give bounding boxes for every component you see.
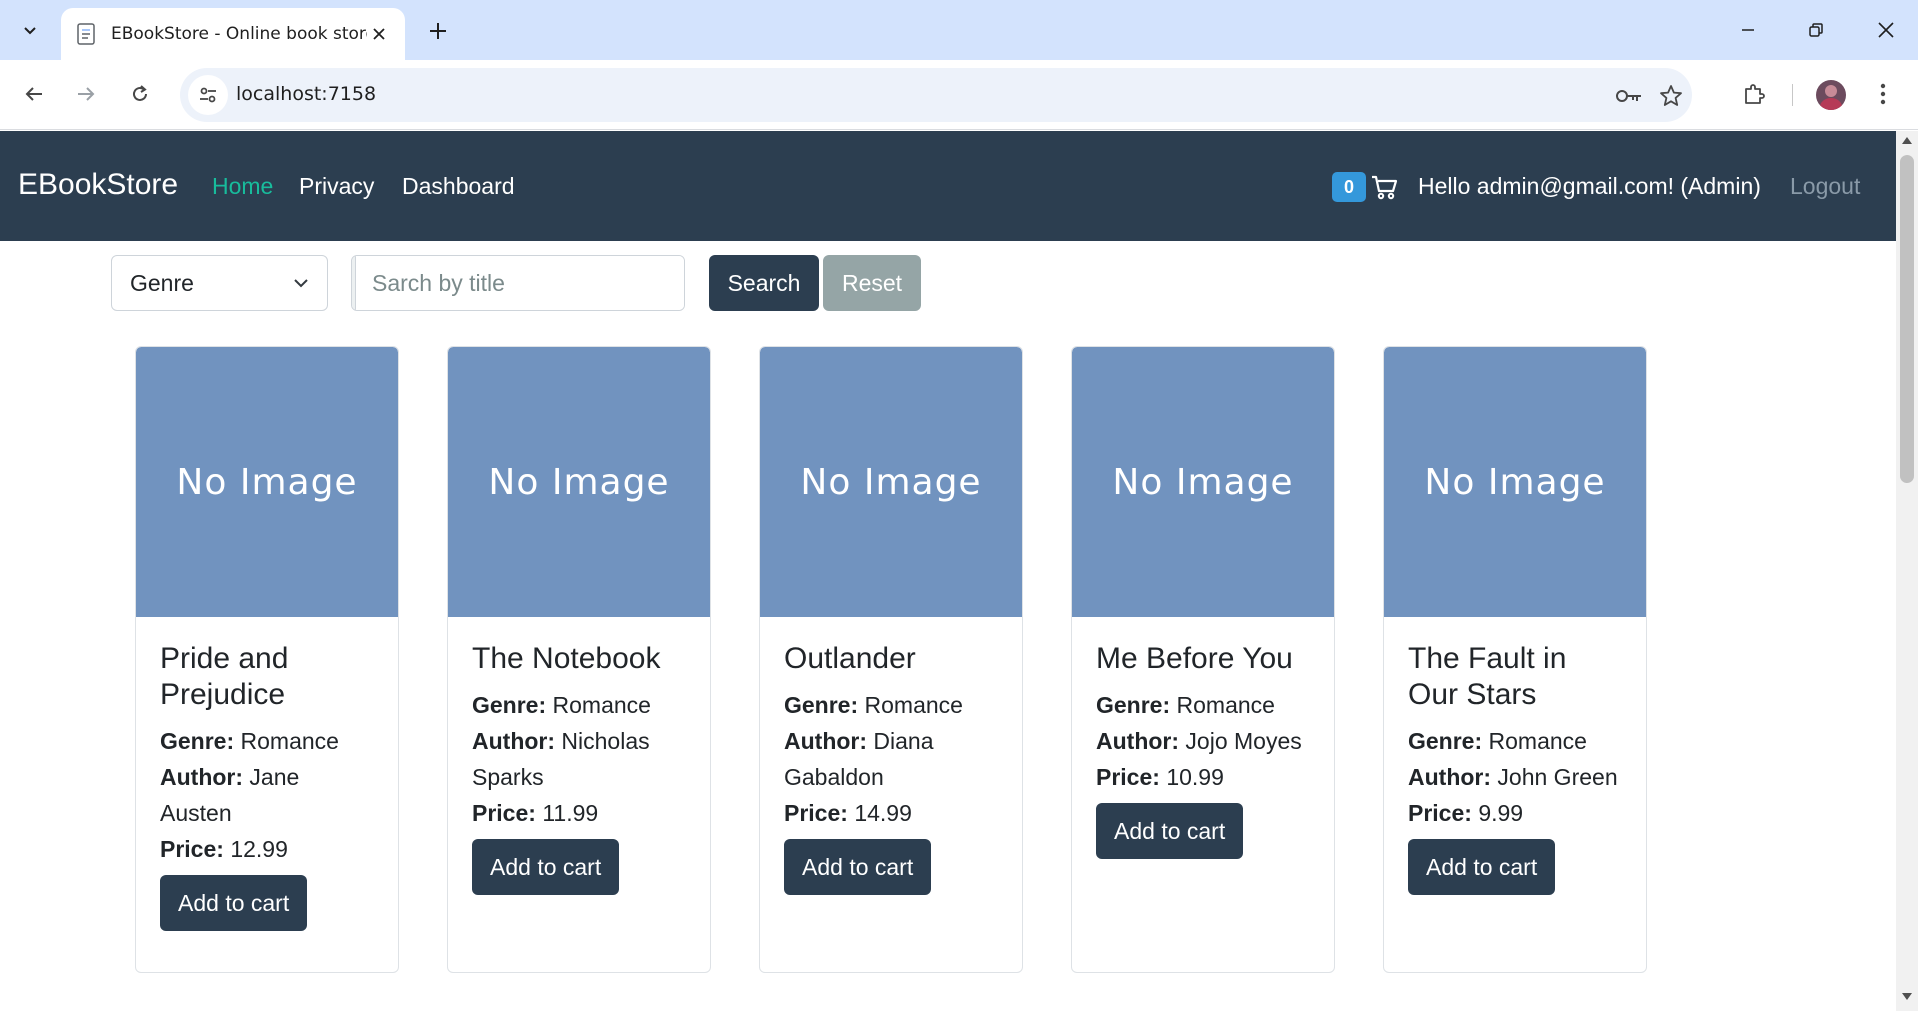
site-navbar: EBookStore Home Privacy Dashboard 0 Hell… — [0, 131, 1896, 241]
brand-link[interactable]: EBookStore — [18, 168, 178, 202]
add-to-cart-button[interactable]: Add to cart — [784, 839, 932, 895]
more-menu-icon[interactable] — [1868, 74, 1898, 114]
reload-button[interactable] — [120, 74, 160, 114]
chevron-down-icon — [24, 27, 36, 35]
nav-link-privacy[interactable]: Privacy — [299, 173, 374, 200]
search-button[interactable]: Search — [709, 255, 819, 311]
extensions-icon[interactable] — [1734, 74, 1774, 114]
book-title: The Notebook — [472, 642, 661, 675]
arrow-left-icon — [25, 87, 42, 101]
restore-icon — [1809, 23, 1823, 37]
address-bar[interactable]: localhost:7158 — [180, 68, 1692, 122]
book-title: Pride and Prejudice — [160, 642, 289, 711]
nav-link-home[interactable]: Home — [212, 173, 273, 200]
chevron-down-icon — [294, 279, 308, 288]
plus-icon — [430, 23, 446, 39]
new-tab-button[interactable] — [421, 14, 455, 48]
window-close-button[interactable] — [1862, 10, 1910, 50]
book-genre: Genre: Romance — [160, 728, 339, 754]
tune-icon — [200, 87, 216, 103]
tab-search-button[interactable] — [10, 10, 50, 50]
book-author: Author: Jane Austen — [160, 764, 300, 826]
book-genre: Genre: Romance — [784, 692, 963, 718]
scroll-up-arrow-icon[interactable] — [1902, 137, 1912, 144]
book-genre: Genre: Romance — [472, 692, 651, 718]
book-card: No Image Me Before You Genre: Romance Au… — [1071, 346, 1335, 973]
no-image-text: No Image — [1424, 461, 1606, 503]
profile-avatar[interactable] — [1816, 80, 1846, 110]
book-cover-placeholder: No Image — [760, 347, 1022, 617]
reset-button[interactable]: Reset — [823, 255, 921, 311]
scrollbar-thumb[interactable] — [1900, 155, 1914, 483]
book-card: No Image Outlander Genre: Romance Author… — [759, 346, 1023, 973]
no-image-text: No Image — [488, 461, 670, 503]
cart-count-badge[interactable]: 0 — [1332, 172, 1366, 202]
restore-button[interactable] — [1792, 10, 1840, 50]
add-to-cart-button[interactable]: Add to cart — [1096, 803, 1244, 859]
book-cover-placeholder: No Image — [1072, 347, 1334, 617]
bookmark-star-icon[interactable] — [1656, 81, 1686, 111]
search-title-input[interactable] — [356, 256, 684, 310]
password-key-icon[interactable] — [1614, 81, 1644, 111]
book-price: Price: 14.99 — [784, 800, 912, 826]
page-viewport: EBookStore Home Privacy Dashboard 0 Hell… — [0, 131, 1896, 1011]
minimize-button[interactable] — [1724, 10, 1772, 50]
book-title: Outlander — [784, 642, 916, 675]
tab-title: EBookStore - Online book store — [111, 24, 367, 44]
shopping-cart-icon[interactable] — [1370, 173, 1398, 201]
browser-tab-active[interactable]: EBookStore - Online book store — [61, 8, 405, 60]
no-image-text: No Image — [800, 461, 982, 503]
add-to-cart-button[interactable]: Add to cart — [1408, 839, 1556, 895]
minimize-icon — [1742, 29, 1754, 31]
book-author: Author: John Green — [1408, 764, 1618, 790]
filter-bar: Genre Search Reset — [0, 241, 1896, 331]
close-icon — [1878, 22, 1894, 38]
no-image-text: No Image — [1112, 461, 1294, 503]
back-button[interactable] — [14, 74, 54, 114]
scroll-down-arrow-icon[interactable] — [1902, 993, 1912, 1000]
add-to-cart-button[interactable]: Add to cart — [472, 839, 620, 895]
book-cover-placeholder: No Image — [1384, 347, 1646, 617]
add-to-cart-button[interactable]: Add to cart — [160, 875, 308, 931]
browser-tabstrip: EBookStore - Online book store — [0, 0, 1918, 60]
logout-link[interactable]: Logout — [1790, 173, 1860, 200]
no-image-text: No Image — [176, 461, 358, 503]
arrow-right-icon — [78, 87, 95, 101]
book-price: Price: 12.99 — [160, 836, 288, 862]
page-scrollbar[interactable] — [1896, 131, 1918, 1011]
genre-select[interactable]: Genre — [111, 255, 328, 311]
book-card: No Image The Fault in Our Stars Genre: R… — [1383, 346, 1647, 973]
book-card: No Image The Notebook Genre: Romance Aut… — [447, 346, 711, 973]
book-title: Me Before You — [1096, 642, 1293, 675]
book-title: The Fault in Our Stars — [1408, 642, 1567, 711]
nav-link-dashboard[interactable]: Dashboard — [402, 173, 515, 200]
close-icon[interactable] — [367, 22, 391, 46]
toolbar-divider — [1792, 84, 1793, 106]
site-info-button[interactable] — [188, 75, 228, 115]
book-genre: Genre: Romance — [1096, 692, 1275, 718]
book-cover-placeholder: No Image — [448, 347, 710, 617]
url-text: localhost:7158 — [236, 83, 377, 105]
book-price: Price: 11.99 — [472, 800, 599, 826]
reload-icon — [133, 85, 147, 101]
browser-toolbar: localhost:7158 — [0, 60, 1918, 130]
book-price: Price: 10.99 — [1096, 764, 1224, 790]
genre-select-value: Genre — [130, 269, 194, 296]
forward-button[interactable] — [66, 74, 106, 114]
search-group — [351, 255, 685, 311]
book-price: Price: 9.99 — [1408, 800, 1524, 826]
book-cover-placeholder: No Image — [136, 347, 398, 617]
book-genre: Genre: Romance — [1408, 728, 1587, 754]
document-icon — [75, 22, 97, 46]
book-card: No Image Pride and Prejudice Genre: Roma… — [135, 346, 399, 973]
book-author: Author: Jojo Moyes — [1096, 728, 1302, 754]
book-author: Author: Diana Gabaldon — [784, 728, 934, 790]
user-greeting[interactable]: Hello admin@gmail.com! (Admin) — [1418, 173, 1761, 200]
book-author: Author: Nicholas Sparks — [472, 728, 650, 790]
